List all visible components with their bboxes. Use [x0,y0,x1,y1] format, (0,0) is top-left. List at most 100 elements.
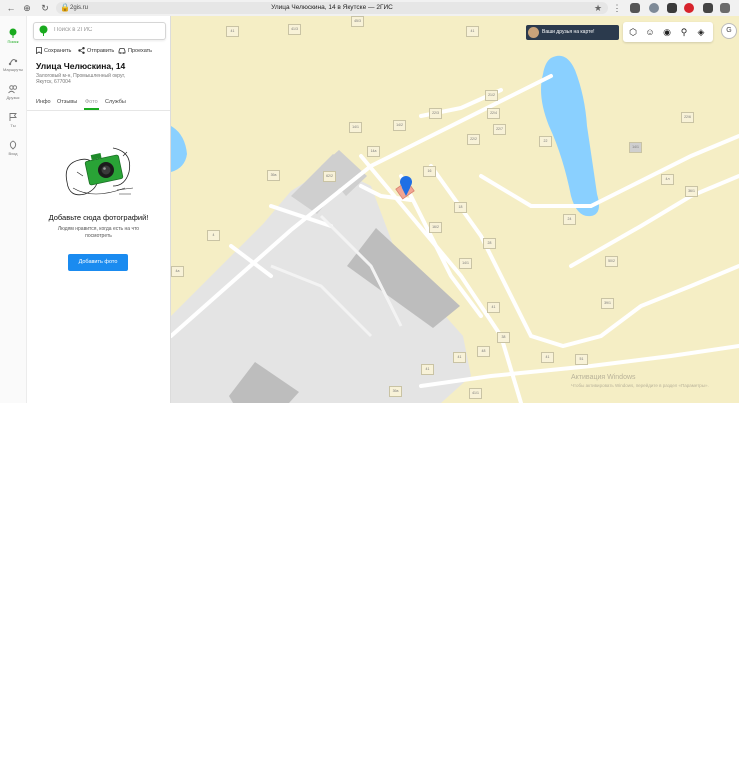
map-toolbar: ⬡ ☺ ◉ ⚲ ◈ [623,22,713,42]
search-tree-icon [9,28,17,38]
add-photo-button[interactable]: Добавить фото [68,254,128,271]
nav-label: Поиск [7,39,19,44]
friends-button-label: Ваши друзья на карте! [542,29,595,35]
extension-mail-icon[interactable] [630,3,640,13]
house-number: 41 [226,26,239,37]
nav-item-search[interactable]: Поиск [0,28,26,44]
house-number: 50/2 [605,256,618,267]
house-number: 22/6 [681,112,694,123]
save-label: Сохранить [44,48,72,54]
share-button[interactable]: Отправить [78,46,114,56]
extension-globe-icon[interactable] [649,3,659,13]
nav-label: Друзья [6,95,20,100]
house-number: 38 [497,332,510,343]
extension-box-icon[interactable] [667,3,677,13]
routes-icon [8,59,18,66]
car-route-icon [118,48,126,54]
house-number: 39а [389,386,402,397]
tab-photos[interactable]: Фото [85,96,98,108]
house-number: 62/2 [323,171,336,182]
nav-label: Вход [8,151,18,156]
search-input[interactable] [54,24,159,36]
house-number: 41 [487,302,500,313]
house-number: 41 [466,26,479,37]
windows-activation-watermark: Активация Windows Чтобы активировать Win… [571,374,709,390]
house-number: 4а [171,266,184,277]
browser-toolbar: ← ⊕ ↻ 🔒 2gis.ru Улица Челюскина, 14 в Як… [0,0,739,17]
house-number: 22/2 [467,134,480,145]
house-number: 14/1 [629,142,642,153]
friends-icon [8,85,18,94]
menu-dots-icon[interactable]: ⋮ [611,2,623,14]
house-number: 14а [367,146,380,157]
house-number: 39а [267,170,280,181]
house-number: 22/3 [429,108,442,119]
house-number: 48 [477,346,490,357]
house-number: 41/3 [288,24,301,35]
house-number: 4л [661,174,674,185]
place-title: Улица Челюскина, 14 [36,61,126,71]
share-label: Отправить [87,48,115,54]
share-icon [78,47,85,55]
route-button[interactable]: Проехать [118,46,152,56]
search-box[interactable] [33,22,166,40]
avatar [528,27,539,38]
login-icon [9,140,17,150]
house-number: 51 [575,354,588,365]
3d-cube-icon[interactable]: ⬡ [627,26,639,38]
route-label: Проехать [128,48,153,54]
house-number: 41 [541,352,554,363]
reload-icon[interactable]: ↻ [39,2,51,14]
house-number: 14/2 [393,120,406,131]
place-panel: Сохранить Отправить Проехать Улица Челюс… [27,16,171,403]
extension-adblock-icon[interactable] [684,3,694,13]
user-avatar-button[interactable]: G [721,23,737,39]
flag-icon [9,113,17,121]
house-number: 16/2 [429,222,442,233]
empty-photos-text: Людям нравится, когда есть на что посмот… [57,226,140,239]
layers-icon[interactable]: ◈ [695,26,707,38]
house-number: 18 [454,202,467,213]
tab-info[interactable]: Инфо [36,96,51,108]
watermark-title: Активация Windows [571,374,636,381]
extension-camera-icon[interactable] [703,3,713,13]
address-bar[interactable]: 🔒 2gis.ru Улица Челюскина, 14 в Якутске … [56,2,608,14]
extension-puzzle-icon[interactable] [720,3,730,13]
house-number: 36/1 [685,186,698,197]
nav-item-routes[interactable]: Маршруты [0,56,26,72]
forward-arrow-icon[interactable]: ⊕ [21,2,33,14]
house-number: 4 [207,230,220,241]
house-number: 22/7 [493,124,506,135]
house-number: 39/1 [601,298,614,309]
house-number: 41 [453,352,466,363]
blank-page-area [0,403,739,768]
save-button[interactable]: Сохранить [36,46,71,56]
tab-reviews[interactable]: Отзывы [57,96,77,108]
nav-label: Ты [10,123,16,128]
place-tabs: Инфо Отзывы Фото Службы [27,96,170,111]
house-number: 22 [539,136,552,147]
left-navigation: Поиск Маршруты Друзья Ты Вход [0,16,27,403]
place-address: Залоговый м-н, Промышленный округ, Якутс… [36,73,156,85]
back-arrow-icon[interactable]: ← [5,2,17,14]
house-number: 41/1 [469,388,482,399]
friends-on-map-button[interactable]: Ваши друзья на карте! [526,25,619,40]
tab-services[interactable]: Службы [105,96,126,108]
house-number: 14/1 [459,258,472,269]
house-number: 41 [421,364,434,375]
bookmark-star-icon[interactable]: ★ [592,2,604,14]
house-number: 28 [483,238,496,249]
nav-item-friends[interactable]: Друзья [0,84,26,100]
bookmark-icon [36,47,42,55]
active-tab-indicator [84,108,99,110]
nav-item-login[interactable]: Вход [0,140,26,156]
nav-item-you[interactable]: Ты [0,112,26,128]
friends-map-icon[interactable]: ☺ [644,26,656,38]
empty-photos-title: Добавьте сюда фотографий! [48,213,149,222]
compass-icon[interactable]: ◉ [661,26,673,38]
house-number: 14/1 [349,122,362,133]
house-number: 16 [423,166,436,177]
ruler-icon[interactable]: ⚲ [678,26,690,38]
house-number: 45/3 [351,16,364,27]
map-view[interactable]: 41 41/3 45/3 41 22/3 21/2 22/4 14/1 14/2… [171,16,739,403]
